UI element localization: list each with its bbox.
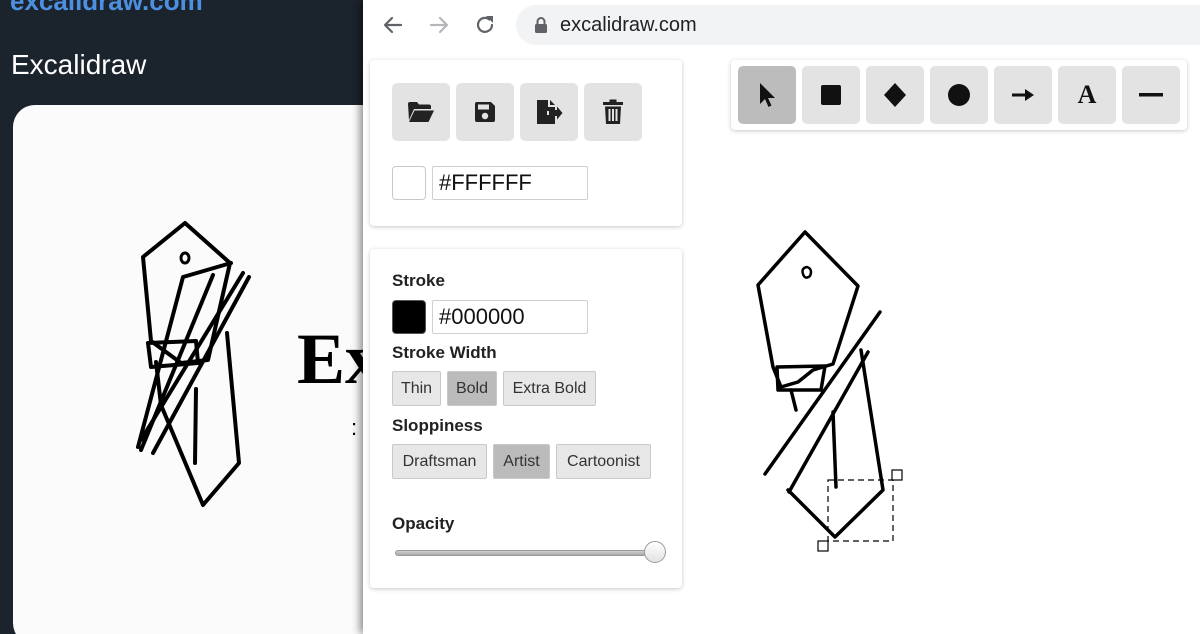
tool-rectangle[interactable] — [802, 66, 860, 124]
file-panel — [370, 60, 682, 226]
lock-icon — [535, 17, 547, 33]
url-text[interactable]: excalidraw.com — [560, 14, 697, 37]
trash-icon — [603, 99, 623, 124]
file-export-icon — [537, 100, 563, 124]
opacity-label: Opacity — [392, 514, 455, 533]
background-color-swatch[interactable] — [392, 166, 426, 200]
logo-drawing — [756, 230, 885, 539]
open-button[interactable] — [392, 83, 450, 141]
browser-toolbar: excalidraw.com — [363, 0, 1200, 52]
resize-handle-sw[interactable] — [817, 540, 829, 552]
sloppiness-draftsman-button[interactable]: Draftsman — [392, 444, 487, 479]
address-bar[interactable]: excalidraw.com — [516, 5, 1200, 45]
text-icon: A — [1077, 80, 1097, 109]
stroke-width-extra-bold-button[interactable]: Extra Bold — [503, 371, 596, 406]
sloppiness-artist-button[interactable]: Artist — [493, 444, 550, 479]
export-button[interactable] — [520, 83, 578, 141]
tool-arrow[interactable] — [994, 66, 1052, 124]
background-page: excalidraw.com Excalidraw Ex : — [0, 0, 393, 634]
sloppiness-label: Sloppiness — [392, 416, 483, 435]
background-page-title: Excalidraw — [11, 49, 147, 80]
canvas-drawing — [756, 230, 903, 552]
sloppiness-cartoonist-button[interactable]: Cartoonist — [556, 444, 651, 479]
tool-selection[interactable] — [738, 66, 796, 124]
stroke-label: Stroke — [392, 271, 445, 290]
stroke-color-input[interactable] — [432, 300, 588, 334]
tool-ellipse[interactable] — [930, 66, 988, 124]
stroke-color-swatch[interactable] — [392, 300, 426, 334]
drawing-canvas[interactable] — [693, 152, 1200, 634]
forward-button[interactable] — [425, 11, 453, 39]
back-arrow-icon — [383, 16, 403, 34]
logo-sketch-preview: Ex : — [136, 221, 381, 507]
properties-panel: Stroke Stroke Width Thin Bold Extra Bold… — [370, 249, 682, 588]
browser-window: excalidraw.com #FFFFFF Stroke #000000 St… — [363, 0, 1200, 634]
line-icon — [1139, 93, 1163, 97]
shape-toolbar: A — [731, 60, 1187, 130]
stroke-width-label: Stroke Width — [392, 343, 497, 362]
opacity-slider-thumb[interactable] — [644, 541, 666, 563]
floppy-disk-icon — [475, 102, 495, 122]
reload-icon — [476, 16, 494, 33]
forward-arrow-icon — [429, 16, 449, 34]
square-icon — [821, 85, 841, 105]
folder-open-icon — [408, 102, 434, 122]
circle-icon — [948, 84, 970, 106]
cursor-icon — [760, 83, 775, 107]
tool-line[interactable] — [1122, 66, 1180, 124]
background-color-input[interactable] — [432, 166, 588, 200]
background-preview-card: Ex : — [13, 105, 393, 634]
excalidraw-app: Stroke Stroke Width Thin Bold Extra Bold… — [363, 52, 1200, 634]
background-page-url[interactable]: excalidraw.com — [10, 0, 203, 17]
arrow-icon — [1012, 89, 1034, 101]
stroke-width-bold-button[interactable]: Bold — [447, 371, 497, 406]
save-button[interactable] — [456, 83, 514, 141]
tool-diamond[interactable] — [866, 66, 924, 124]
stroke-width-thin-button[interactable]: Thin — [392, 371, 441, 406]
opacity-slider-track[interactable] — [395, 550, 655, 556]
resize-handle-ne[interactable] — [891, 469, 903, 481]
screenshot-stage: excalidraw.com Excalidraw Ex : excalidra… — [0, 0, 1200, 634]
delete-button[interactable] — [584, 83, 642, 141]
tool-text[interactable]: A — [1058, 66, 1116, 124]
diamond-icon — [884, 83, 906, 107]
reload-button[interactable] — [471, 11, 499, 39]
svg-text::: : — [351, 415, 357, 440]
back-button[interactable] — [379, 11, 407, 39]
